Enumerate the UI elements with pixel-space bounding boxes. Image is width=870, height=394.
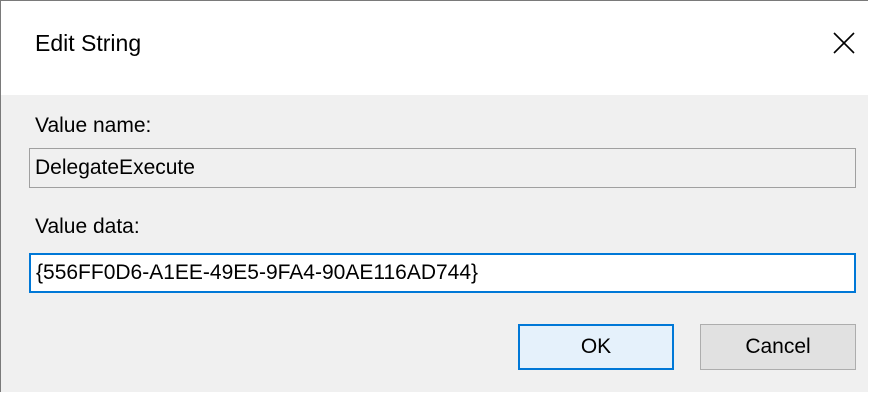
title-bar[interactable]: Edit String — [1, 1, 870, 95]
close-icon — [833, 32, 855, 54]
close-button[interactable] — [817, 17, 870, 71]
dialog-title: Edit String — [35, 30, 142, 56]
value-name-field[interactable] — [29, 148, 856, 188]
cancel-button[interactable]: Cancel — [700, 324, 856, 370]
value-data-label: Value data: — [35, 215, 140, 238]
value-data-input[interactable] — [29, 253, 856, 293]
ok-button[interactable]: OK — [518, 324, 674, 370]
edit-string-dialog: Edit String Value name: Value data: OK C… — [0, 0, 870, 392]
value-name-label: Value name: — [35, 114, 152, 137]
